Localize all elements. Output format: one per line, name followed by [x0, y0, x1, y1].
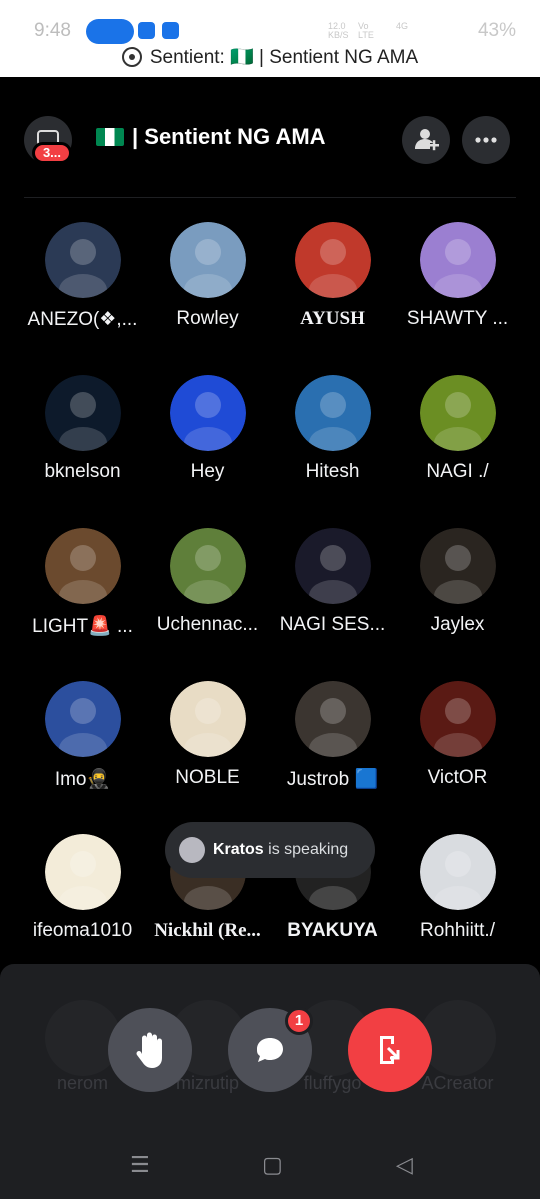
participant-name: NAGI ./ [426, 461, 489, 482]
discord-icon [138, 22, 155, 39]
participant-avatar [45, 528, 121, 604]
participant-avatar [170, 375, 246, 451]
participant-avatar [420, 222, 496, 298]
participant-tile[interactable]: ANEZO(❖,... [20, 222, 145, 362]
participant-name: Rowley [176, 308, 239, 329]
leave-icon [380, 1036, 400, 1064]
participant-avatar [45, 375, 121, 451]
participant-tile[interactable]: Hitesh [270, 375, 395, 515]
participant-tile[interactable]: NOBLE [145, 681, 270, 821]
participant-avatar [295, 375, 371, 451]
participant-tile[interactable]: VictOR [395, 681, 520, 821]
raise-hand-icon [136, 1032, 162, 1068]
participant-name: VictOR [427, 767, 488, 788]
participant-name: Rohhiitt./ [420, 920, 495, 941]
stage-channel-button[interactable]: 3... [24, 116, 72, 164]
network-type: 4G [396, 21, 409, 31]
net-speed-unit: KB/S [328, 30, 349, 40]
participant-avatar [45, 834, 121, 910]
participant-tile[interactable]: Uchennac... [145, 528, 270, 668]
participant-name: Imo🥷 [54, 769, 111, 790]
nigeria-flag-icon [96, 128, 124, 146]
participant-tile[interactable]: Rohhiitt./ [395, 834, 520, 974]
participant-avatar [295, 222, 371, 298]
participant-tile[interactable]: NAGI SES... [270, 528, 395, 668]
participant-tile[interactable]: SHAWTY ... [395, 222, 520, 362]
participant-avatar [420, 375, 496, 451]
app-notification-icon [162, 22, 179, 39]
leave-stage-button[interactable] [348, 1008, 432, 1092]
participant-avatar [420, 681, 496, 757]
participant-avatar [295, 681, 371, 757]
participant-avatar [295, 528, 371, 604]
participant-name: ifeoma1010 [32, 920, 133, 941]
participant-avatar [420, 834, 496, 910]
participant-tile[interactable]: Jaylex [395, 528, 520, 668]
participant-name: bknelson [44, 461, 121, 482]
participant-tile[interactable]: bknelson [20, 375, 145, 515]
add-person-icon [415, 129, 439, 151]
home-nav-button[interactable]: ▢ [262, 1152, 283, 1178]
banner-text: Sentient: 🇳🇬 | Sentient NG AMA [149, 47, 419, 68]
toast-text: Kratos is speaking [213, 822, 348, 878]
back-nav-button[interactable]: ◁ [396, 1152, 413, 1178]
participant-name: Hey [190, 461, 225, 482]
raise-hand-button[interactable] [108, 1008, 192, 1092]
participant-name: Nickhil (Re... [154, 920, 261, 941]
participant-name: BYAKUYA [287, 920, 378, 941]
participant-avatar [45, 222, 121, 298]
participant-name: Hitesh [305, 461, 360, 482]
participant-name: AYUSH [300, 308, 365, 329]
participant-tile[interactable]: Rowley [145, 222, 270, 362]
participant-name: Uchennac... [156, 614, 259, 635]
participant-tile[interactable]: ifeoma1010 [20, 834, 145, 974]
participant-tile[interactable]: Imo🥷 [20, 681, 145, 821]
speaker-name: Kratos [213, 841, 264, 858]
hotspot-icon [86, 19, 134, 44]
participant-avatar [170, 528, 246, 604]
participant-tile[interactable]: AYUSH [270, 222, 395, 362]
participant-name: ANEZO(❖,... [27, 309, 138, 330]
participant-tile[interactable]: Justrob 🟦 [270, 681, 395, 821]
stage-title-text: | Sentient NG AMA [132, 124, 326, 149]
participant-name: NAGI SES... [279, 614, 386, 635]
speaking-toast: Kratos is speaking [165, 822, 375, 878]
status-time: 9:48 [34, 20, 71, 41]
stage-icon [121, 47, 142, 67]
more-options-button[interactable] [462, 116, 510, 164]
participant-avatar [420, 528, 496, 604]
participant-avatar [45, 681, 121, 757]
recents-nav-button[interactable]: ☰ [130, 1152, 150, 1178]
participant-name: LIGHT🚨 ... [32, 616, 133, 637]
participant-tile[interactable]: NAGI ./ [395, 375, 520, 515]
participant-name: SHAWTY ... [406, 308, 509, 329]
stage-banner[interactable]: Sentient: 🇳🇬 | Sentient NG AMA [0, 44, 540, 77]
more-icon [475, 137, 497, 143]
status-bar: 9:48 12.0 KB/S Vo LTE 4G 43% [0, 0, 540, 44]
listener-badge: 3... [32, 142, 72, 164]
participant-name: NOBLE [175, 767, 240, 788]
invite-button[interactable] [402, 116, 450, 164]
participant-name: Jaylex [430, 614, 485, 635]
participant-avatar [170, 681, 246, 757]
chat-unread-badge: 1 [285, 1007, 313, 1035]
participant-name: Justrob 🟦 [286, 769, 379, 790]
net-speed: 12.0 KB/S [328, 22, 349, 40]
participant-avatar [170, 222, 246, 298]
battery-level: 43% [477, 20, 516, 41]
participant-tile[interactable]: LIGHT🚨 ... [20, 528, 145, 668]
volte-indicator: Vo LTE [358, 21, 374, 40]
header-divider [24, 197, 516, 198]
participant-tile[interactable]: Hey [145, 375, 270, 515]
speaking-label: is speaking [268, 841, 349, 858]
speaker-avatar [179, 837, 205, 863]
stage-title: | Sentient NG AMA [96, 124, 326, 150]
